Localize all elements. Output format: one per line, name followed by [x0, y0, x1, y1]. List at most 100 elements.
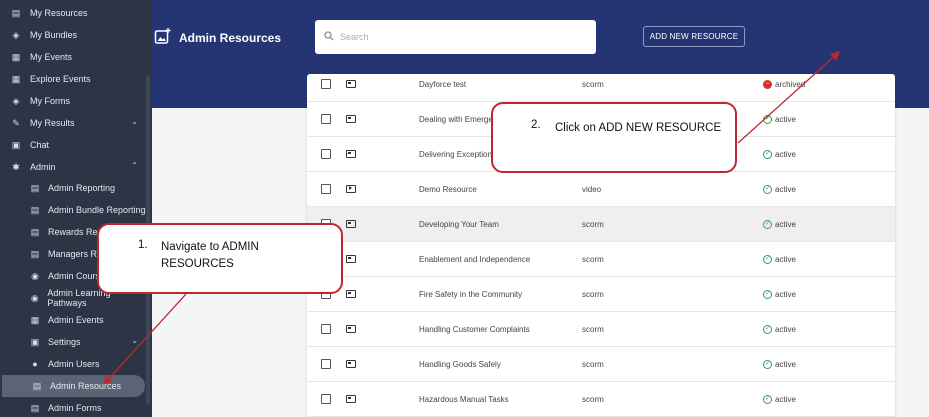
check-circle-icon: ✓ [763, 324, 772, 334]
resource-type: scorm [582, 289, 604, 299]
scorm-icon [346, 395, 356, 403]
check-circle-icon: ✓ [763, 184, 772, 194]
check-circle-icon: ✓ [763, 219, 772, 229]
row-checkbox[interactable] [321, 149, 331, 159]
status-badge: ✓ active [763, 289, 796, 299]
sidebar-item-admin-bundle-reporting[interactable]: ▤ Admin Bundle Reporting [0, 199, 146, 221]
search-icon [324, 30, 334, 44]
sidebar: ▤ My Resources ◈ My Bundles ▦ My Events ▦ Explo… [0, 0, 152, 417]
forms-icon: ▤ [30, 402, 40, 413]
sidebar-item-label: Admin Reporting [48, 183, 116, 193]
scorm-icon [346, 115, 356, 123]
row-checkbox[interactable] [321, 359, 331, 369]
resource-name[interactable]: Developing Your Team [419, 220, 499, 229]
status-text: active [775, 324, 796, 334]
callout-step-2-number: 2. [531, 119, 541, 131]
report-icon: ▤ [30, 182, 40, 193]
search-box[interactable] [315, 20, 596, 54]
sidebar-item-label: Settings [48, 337, 81, 347]
resource-name[interactable]: Enablement and Independence [419, 255, 530, 264]
table-row[interactable]: Enablement and Independence scorm ✓ active [307, 242, 895, 277]
resource-type: scorm [582, 359, 604, 369]
sidebar-item-label: Admin Resources [50, 381, 122, 391]
course-icon: ◉ [31, 270, 39, 281]
row-checkbox[interactable] [321, 184, 331, 194]
status-badge: ✓ active [763, 394, 796, 404]
resource-name[interactable]: Dayforce test [419, 80, 466, 89]
status-badge: ✓ active [763, 219, 796, 229]
sidebar-item-my-resources[interactable]: ▤ My Resources [0, 2, 146, 24]
add-image-icon [154, 27, 172, 45]
row-checkbox[interactable] [321, 79, 331, 89]
sidebar-item-admin-events[interactable]: ▦ Admin Events [0, 309, 146, 331]
sidebar-item-my-results[interactable]: ✎ My Results ⌄ [0, 112, 146, 134]
status-text: active [775, 394, 796, 404]
resource-name[interactable]: Handling Customer Complaints [419, 325, 530, 334]
sidebar-item-my-bundles[interactable]: ◈ My Bundles [0, 24, 146, 46]
sidebar-item-admin[interactable]: ✱ Admin ⌃ [0, 156, 146, 178]
scorm-icon [346, 150, 356, 158]
status-text: active [775, 184, 796, 194]
resource-name[interactable]: Demo Resource [419, 185, 477, 194]
calendar-icon: ▦ [11, 73, 21, 84]
status-badge: ✓ active [763, 184, 796, 194]
sidebar-item-my-events[interactable]: ▦ My Events [0, 46, 146, 68]
sidebar-item-label: Admin [30, 162, 56, 172]
check-circle-icon: ✓ [763, 114, 772, 124]
bundles-icon: ◈ [12, 29, 20, 40]
table-row[interactable]: Demo Resource video ✓ active [307, 172, 895, 207]
row-checkbox[interactable] [321, 324, 331, 334]
status-badge: ✓ active [763, 149, 796, 159]
resource-type: scorm [582, 324, 604, 334]
resource-type: video [582, 184, 602, 194]
scorm-icon [346, 290, 356, 298]
check-circle-icon: ✓ [763, 289, 772, 299]
table-row[interactable]: Handling Customer Complaints scorm ✓ active [307, 312, 895, 347]
callout-step-1: 1. Navigate to ADMIN RESOURCES [97, 223, 343, 294]
table-row[interactable]: Handling Goods Safely scorm ✓ active [307, 347, 895, 382]
sidebar-item-admin-resources[interactable]: ▤ Admin Resources [2, 375, 145, 397]
resource-type: scorm [582, 394, 604, 404]
check-circle-icon: ✓ [763, 149, 772, 159]
resources-icon: ▤ [32, 380, 42, 391]
sidebar-item-chat[interactable]: ▣ Chat [0, 134, 146, 156]
sidebar-item-settings[interactable]: ▣ Settings ⌄ [0, 331, 146, 353]
sidebar-item-admin-reporting[interactable]: ▤ Admin Reporting [0, 177, 146, 199]
scorm-icon [346, 220, 356, 228]
table-row[interactable]: Developing Your Team scorm ✓ active [307, 207, 895, 242]
sidebar-item-explore-events[interactable]: ▦ Explore Events [0, 68, 146, 90]
wrench-icon: ✎ [12, 117, 20, 128]
resource-name[interactable]: Hazardous Manual Tasks [419, 395, 509, 404]
scorm-icon [346, 325, 356, 333]
check-circle-icon: ✓ [763, 359, 772, 369]
user-icon: ● [32, 358, 38, 369]
search-input[interactable] [340, 32, 580, 42]
resources-icon: ▤ [11, 7, 21, 18]
resource-name[interactable]: Handling Goods Safely [419, 360, 501, 369]
status-badge: − archived [763, 79, 806, 89]
table-row[interactable]: Hazardous Manual Tasks scorm ✓ active [307, 382, 895, 417]
table-row[interactable]: Dayforce test scorm − archived [307, 74, 895, 102]
resource-name[interactable]: Fire Safety in the Community [419, 290, 522, 299]
row-checkbox[interactable] [321, 394, 331, 404]
resource-type: scorm [582, 254, 604, 264]
sidebar-item-admin-forms[interactable]: ▤ Admin Forms [0, 397, 146, 417]
sidebar-item-my-forms[interactable]: ◈ My Forms [0, 90, 146, 112]
sidebar-item-admin-users[interactable]: ● Admin Users [0, 353, 146, 375]
chevron-up-icon: ⌃ [131, 161, 138, 170]
chat-icon: ▣ [11, 139, 21, 150]
settings-icon: ▣ [30, 336, 40, 347]
row-checkbox[interactable] [321, 114, 331, 124]
add-new-resource-button[interactable]: ADD NEW RESOURCE [643, 26, 745, 47]
sidebar-item-label: Admin Users [48, 359, 100, 369]
table-row[interactable]: Fire Safety in the Community scorm ✓ active [307, 277, 895, 312]
sidebar-item-label: Admin Bundle Reporting [48, 205, 146, 215]
chevron-down-icon: ⌄ [131, 336, 138, 345]
report-icon: ▤ [30, 226, 40, 237]
status-text: archived [775, 79, 806, 89]
resource-type: scorm [582, 79, 604, 89]
report-icon: ▤ [30, 204, 40, 215]
sidebar-item-label: My Bundles [30, 30, 78, 40]
sidebar-item-label: Admin Forms [48, 403, 102, 413]
status-badge: ✓ active [763, 359, 796, 369]
